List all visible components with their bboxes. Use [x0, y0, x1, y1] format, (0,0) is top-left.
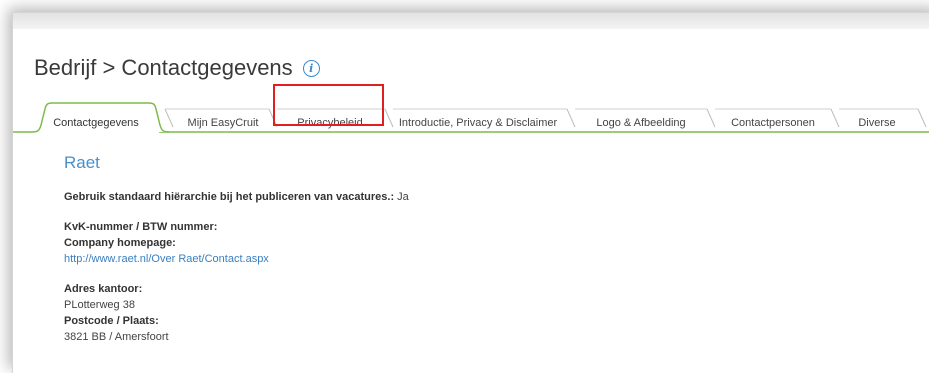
contact-details: Raet Gebruik standaard hiërarchie bij he…: [64, 153, 409, 345]
tab-introductie-privacy-disclaimer[interactable]: Introductie, Privacy & Disclaimer: [399, 117, 557, 129]
hierarchy-row: Gebruik standaard hiërarchie bij het pub…: [64, 189, 409, 205]
postcode-value: 3821 BB / Amersfoort: [64, 331, 169, 343]
homepage-label: Company homepage:: [64, 237, 176, 249]
highlight-box: [273, 84, 384, 126]
postcode-label: Postcode / Plaats:: [64, 315, 159, 327]
app-window: Bedrijf > Contactgegevens i Contactgegev…: [12, 12, 929, 373]
kvk-label: KvK-nummer / BTW nummer:: [64, 221, 218, 233]
tab-logo-afbeelding[interactable]: Logo & Afbeelding: [596, 117, 685, 129]
homepage-link[interactable]: http://www.raet.nl/Over Raet/Contact.asp…: [64, 251, 409, 267]
hierarchy-label: Gebruik standaard hiërarchie bij het pub…: [64, 191, 395, 203]
company-name: Raet: [64, 153, 100, 172]
breadcrumb: Bedrijf > Contactgegevens: [34, 55, 293, 80]
window-top-bar: [13, 13, 929, 29]
tab-contactpersonen[interactable]: Contactpersonen: [731, 117, 815, 129]
tab-contactgegevens[interactable]: Contactgegevens: [53, 117, 139, 129]
tab-diverse[interactable]: Diverse: [858, 117, 895, 129]
page-title: Bedrijf > Contactgegevens i: [34, 55, 320, 81]
tab-mijn-easycruit[interactable]: Mijn EasyCruit: [188, 117, 259, 129]
info-icon[interactable]: i: [302, 59, 320, 77]
hierarchy-value: Ja: [394, 191, 409, 203]
address-label: Adres kantoor:: [64, 283, 143, 295]
address-value: PLotterweg 38: [64, 299, 135, 311]
tab-bar: Contactgegevens Mijn EasyCruit Privacybe…: [13, 97, 929, 133]
